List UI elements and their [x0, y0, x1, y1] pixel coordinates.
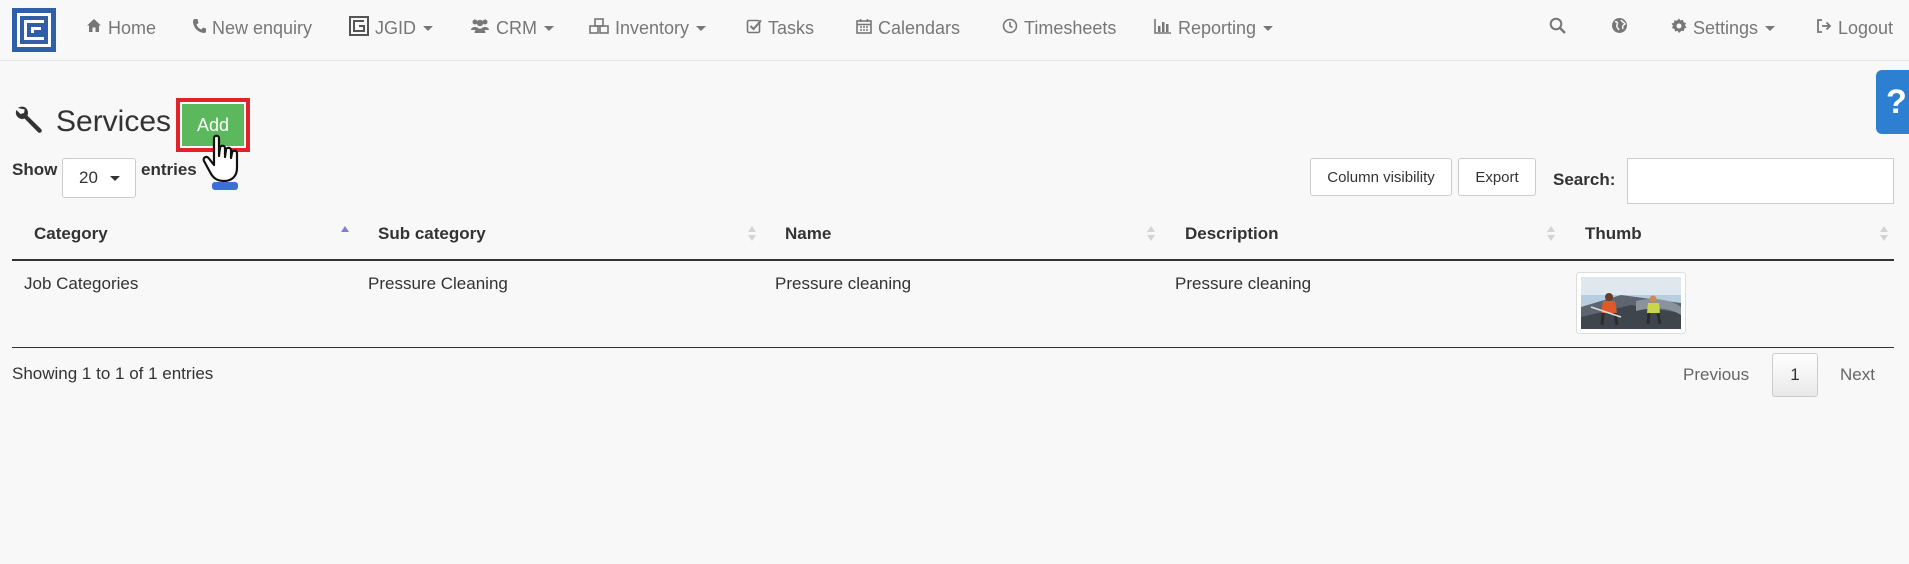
search-input[interactable] [1627, 158, 1894, 204]
pagination-previous[interactable]: Previous [1683, 354, 1749, 396]
nav-crm-dropdown[interactable]: CRM [470, 0, 554, 56]
page-header: Services [14, 100, 171, 144]
sort-icon [1147, 226, 1155, 244]
show-label: Show [12, 160, 58, 179]
nav-logout[interactable]: Logout [1816, 0, 1893, 56]
nav-calendars[interactable]: Calendars [856, 0, 960, 56]
nav-language[interactable] [1611, 0, 1628, 56]
logout-icon [1816, 18, 1832, 39]
chevron-down-icon [423, 25, 434, 31]
cell-sub-category: Pressure Cleaning [368, 274, 508, 293]
chevron-down-icon [1765, 25, 1776, 31]
users-icon [470, 18, 490, 38]
nav-search[interactable] [1549, 0, 1566, 56]
nav-reporting-dropdown[interactable]: Reporting [1154, 0, 1274, 56]
gear-icon [1671, 18, 1687, 39]
phone-icon [192, 18, 206, 39]
cell-description: Pressure cleaning [1175, 274, 1312, 293]
search-icon [1549, 17, 1566, 39]
page-length-select[interactable]: 20 [62, 158, 136, 198]
column-visibility-button[interactable]: Column visibility [1310, 158, 1452, 196]
chevron-down-icon [696, 25, 707, 31]
app-logo[interactable] [12, 8, 56, 52]
table-header-divider [12, 259, 1894, 261]
chevron-down-icon [544, 25, 554, 31]
hand-pointer-cursor-icon [202, 134, 239, 190]
column-header-name[interactable]: Name [785, 224, 831, 244]
table-info: Showing 1 to 1 of 1 entries [12, 364, 214, 383]
chevron-down-icon [1263, 25, 1274, 31]
nav-inventory-dropdown[interactable]: Inventory [589, 0, 707, 56]
cell-category: Job Categories [24, 274, 139, 293]
nav-timesheets[interactable]: Timesheets [1002, 0, 1116, 56]
jgid-icon [349, 15, 369, 41]
pagination-next[interactable]: Next [1840, 354, 1875, 396]
column-header-sub-category[interactable]: Sub category [378, 224, 486, 244]
globe-icon [1611, 17, 1628, 39]
calendar-icon [856, 18, 872, 39]
column-header-category[interactable]: Category [34, 224, 108, 244]
service-thumbnail[interactable] [1576, 272, 1686, 334]
bar-chart-icon [1154, 18, 1172, 39]
top-navbar: Home New enquiry JGID CRM Inventory Task… [0, 0, 1909, 61]
home-icon [86, 18, 102, 38]
nav-jgid-dropdown[interactable]: JGID [349, 0, 434, 56]
sort-ascending-icon [341, 226, 349, 244]
thumbnail-image [1581, 277, 1681, 329]
column-header-thumb[interactable]: Thumb [1585, 224, 1642, 244]
nav-home[interactable]: Home [86, 0, 156, 56]
page-title: Services [56, 105, 172, 138]
nav-settings-dropdown[interactable]: Settings [1671, 0, 1776, 56]
sort-icon [1880, 226, 1888, 244]
table-footer-divider [12, 347, 1894, 348]
help-icon: ? [1886, 82, 1907, 121]
cubes-icon [589, 17, 609, 39]
pagination-page-1[interactable]: 1 [1772, 353, 1818, 397]
checkbox-icon [746, 18, 762, 39]
entries-label: entries [141, 160, 197, 179]
search-label: Search: [1553, 170, 1616, 189]
nav-new-enquiry[interactable]: New enquiry [192, 0, 312, 56]
wrench-icon [14, 104, 44, 141]
column-header-description[interactable]: Description [1185, 224, 1279, 244]
clock-icon [1002, 18, 1018, 39]
nav-tasks[interactable]: Tasks [746, 0, 814, 56]
chevron-down-icon [109, 175, 120, 181]
cell-name: Pressure cleaning [775, 274, 912, 293]
help-tab[interactable]: ? [1876, 70, 1909, 134]
sort-icon [748, 226, 756, 244]
export-button[interactable]: Export [1458, 158, 1536, 196]
sort-icon [1547, 226, 1555, 244]
